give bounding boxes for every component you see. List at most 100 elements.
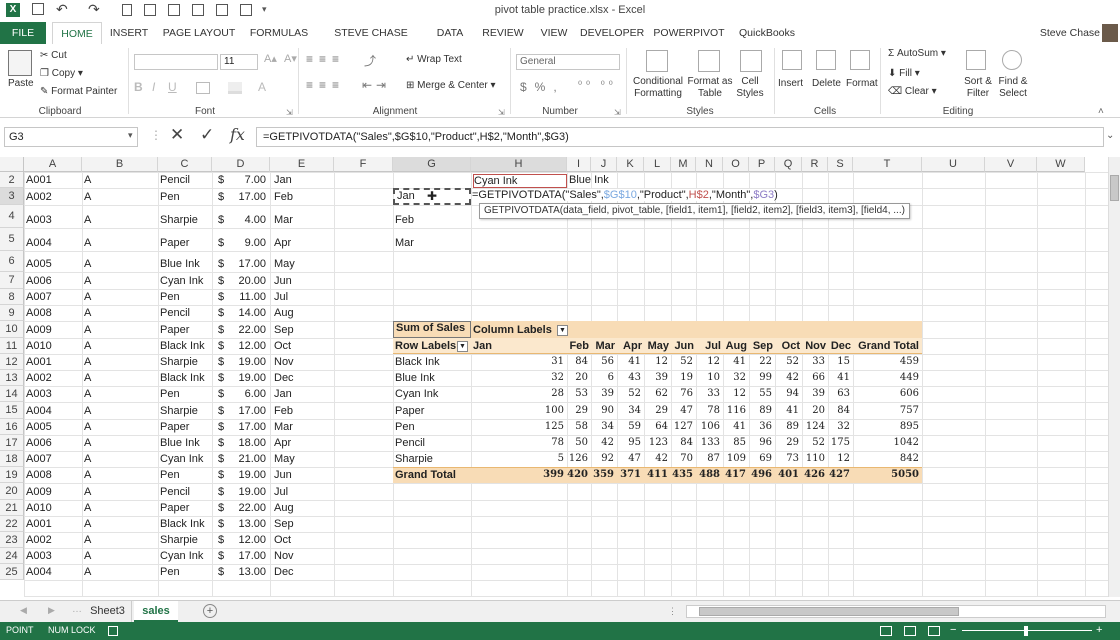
- email-icon[interactable]: [144, 4, 156, 16]
- cell-region[interactable]: A: [84, 550, 91, 562]
- pivot-value-cell[interactable]: 89: [775, 421, 799, 432]
- cell-id[interactable]: A010: [26, 340, 52, 352]
- tab-insert[interactable]: INSERT: [106, 22, 152, 44]
- cell-month[interactable]: Oct: [274, 340, 291, 352]
- cell-region[interactable]: A: [84, 566, 91, 578]
- cell-g5[interactable]: Mar: [395, 237, 414, 249]
- cell-product[interactable]: Sharpie: [160, 534, 198, 546]
- pivot-value-cell[interactable]: 19: [671, 372, 693, 383]
- save-icon[interactable]: [32, 3, 44, 15]
- pivot-value-cell[interactable]: 20: [802, 405, 825, 416]
- pivot-row-total[interactable]: 459: [853, 356, 919, 367]
- cell-id[interactable]: A004: [26, 566, 52, 578]
- row-header-18[interactable]: 18: [0, 451, 24, 467]
- insert-cells-icon[interactable]: [782, 50, 802, 70]
- prev-sheet-icon[interactable]: ◀: [20, 605, 27, 616]
- column-header-i[interactable]: I: [567, 157, 591, 172]
- conditional-formatting-button[interactable]: Conditional Formatting: [630, 76, 686, 100]
- horizontal-scroll-thumb[interactable]: [699, 607, 959, 616]
- orientation-icon[interactable]: ⤴: [364, 52, 376, 69]
- cell-month[interactable]: Jul: [274, 486, 288, 498]
- cell-month[interactable]: Dec: [274, 372, 294, 384]
- cell-sales[interactable]: 19.00: [212, 486, 266, 498]
- pivot-value-cell[interactable]: 84: [828, 405, 850, 416]
- find-select-icon[interactable]: [1002, 50, 1022, 70]
- cell-sales[interactable]: 19.00: [212, 356, 266, 368]
- pivot-row-label[interactable]: Pencil: [395, 437, 425, 449]
- cell-product[interactable]: Pencil: [160, 174, 190, 186]
- cell-region[interactable]: A: [84, 174, 91, 186]
- page-layout-view-icon[interactable]: [904, 626, 916, 636]
- pivot-month-header[interactable]: Jan: [473, 340, 492, 352]
- pivot-value-cell[interactable]: 110: [802, 453, 825, 464]
- pivot-value-cell[interactable]: 78: [471, 437, 564, 448]
- column-header-h[interactable]: H: [471, 157, 567, 172]
- cell-sales[interactable]: 21.00: [212, 453, 266, 465]
- pivot-value-cell[interactable]: 62: [644, 388, 668, 399]
- tab-data[interactable]: DATA: [430, 22, 470, 44]
- row-header-21[interactable]: 21: [0, 500, 24, 516]
- cell-product[interactable]: Pen: [160, 469, 180, 481]
- cell-sales[interactable]: 12.00: [212, 534, 266, 546]
- column-header-r[interactable]: R: [802, 157, 828, 172]
- underline-icon[interactable]: U: [168, 80, 177, 94]
- pivot-value-cell[interactable]: 12: [696, 356, 720, 367]
- pivot-month-header[interactable]: Sep: [749, 340, 773, 352]
- column-header-j[interactable]: J: [591, 157, 617, 172]
- pivot-value-cell[interactable]: 41: [723, 421, 746, 432]
- cell-region[interactable]: A: [84, 258, 91, 270]
- cell-g4[interactable]: Feb: [395, 214, 414, 226]
- cell-region[interactable]: A: [84, 486, 91, 498]
- pivot-value-cell[interactable]: 106: [696, 421, 720, 432]
- column-header-v[interactable]: V: [985, 157, 1037, 172]
- row-header-25[interactable]: 25: [0, 564, 24, 580]
- format-as-table-button[interactable]: Format as Table: [686, 76, 734, 100]
- row-header-17[interactable]: 17: [0, 435, 24, 451]
- pivot-column-labels[interactable]: Column Labels: [473, 324, 552, 336]
- cell-id[interactable]: A006: [26, 275, 52, 287]
- in-cell-formula-editor[interactable]: =GETPIVOTDATA("Sales",$G$10,"Product",H$…: [472, 189, 778, 201]
- cell-region[interactable]: A: [84, 388, 91, 400]
- pivot-value-cell[interactable]: 63: [828, 388, 850, 399]
- cell-region[interactable]: A: [84, 421, 91, 433]
- format-cells-icon[interactable]: [850, 50, 870, 70]
- column-header-b[interactable]: B: [82, 157, 158, 172]
- cell-month[interactable]: Mar: [274, 421, 293, 433]
- pivot-value-cell[interactable]: 34: [591, 421, 614, 432]
- more-sheets-icon[interactable]: …: [72, 604, 82, 615]
- cell-sales[interactable]: 13.00: [212, 518, 266, 530]
- pivot-row-label[interactable]: Pen: [395, 421, 415, 433]
- cell-sales[interactable]: 20.00: [212, 275, 266, 287]
- merge-center-button[interactable]: ⊞ Merge & Center ▾: [406, 80, 496, 91]
- pivot-grand-total-cell[interactable]: 401: [775, 469, 799, 480]
- pivot-value-cell[interactable]: 12: [644, 356, 668, 367]
- cell-id[interactable]: A001: [26, 174, 52, 186]
- tab-quickbooks[interactable]: QuickBooks: [736, 22, 798, 44]
- conditional-formatting-icon[interactable]: [646, 50, 668, 72]
- pivot-value-cell[interactable]: 41: [775, 405, 799, 416]
- cell-id[interactable]: A010: [26, 502, 52, 514]
- cell-sales[interactable]: 7.00: [212, 174, 266, 186]
- format-table-icon[interactable]: [698, 50, 720, 72]
- zoom-out-icon[interactable]: −: [950, 624, 956, 636]
- wrap-text-button[interactable]: ↵ Wrap Text: [406, 54, 462, 65]
- pivot-value-cell[interactable]: 127: [671, 421, 693, 432]
- pivot-value-cell[interactable]: 69: [749, 453, 772, 464]
- cell-month[interactable]: Aug: [274, 307, 294, 319]
- pivot-grand-total-cell[interactable]: 411: [644, 469, 668, 480]
- cell-sales[interactable]: 9.00: [212, 237, 266, 249]
- cell-id[interactable]: A003: [26, 550, 52, 562]
- cell-month[interactable]: Jun: [274, 469, 292, 481]
- pivot-grand-total-cell[interactable]: 359: [591, 469, 614, 480]
- column-header-m[interactable]: M: [671, 157, 696, 172]
- row-header-2[interactable]: 2: [0, 172, 24, 188]
- expand-formula-bar-icon[interactable]: ⌄: [1106, 130, 1114, 141]
- undo-icon[interactable]: ↶: [56, 1, 68, 18]
- font-grow-icon[interactable]: A▴: [264, 52, 277, 65]
- row-header-9[interactable]: 9: [0, 305, 24, 321]
- cell-region[interactable]: A: [84, 324, 91, 336]
- open-icon[interactable]: [216, 4, 228, 16]
- pivot-value-cell[interactable]: 66: [802, 372, 825, 383]
- name-box[interactable]: G3: [4, 127, 138, 147]
- pivot-value-cell[interactable]: 36: [749, 421, 772, 432]
